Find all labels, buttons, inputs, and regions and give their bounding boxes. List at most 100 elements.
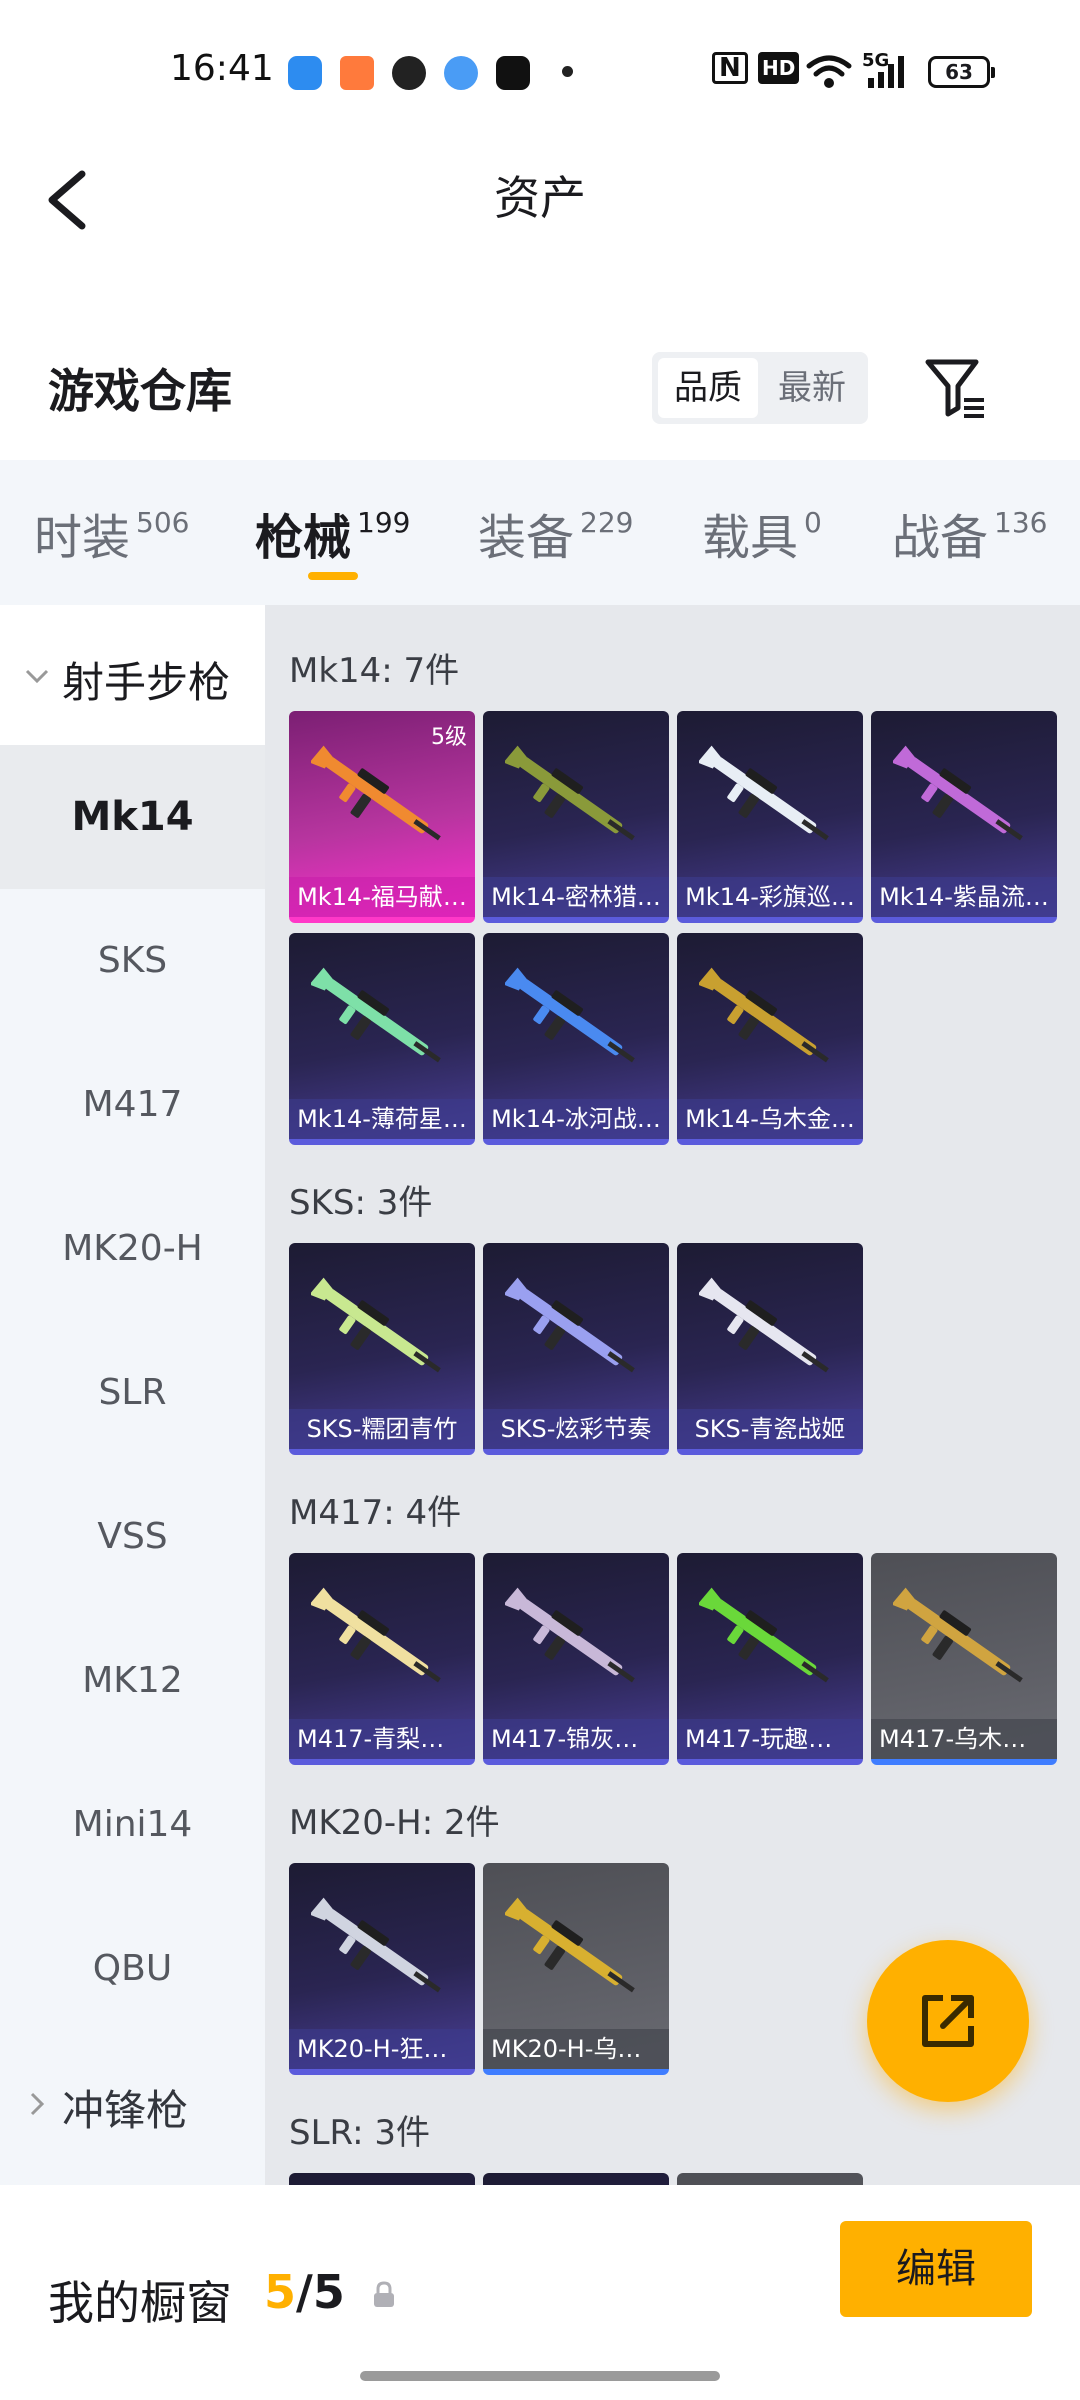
active-tab-indicator [308,572,358,580]
skin-card[interactable] [483,2173,669,2185]
skin-name: SKS-炫彩节奏 [483,1409,669,1449]
sort-by-newest[interactable]: 最新 [762,358,862,418]
showcase-bar: 我的橱窗 5/5 编辑 [0,2185,1080,2400]
sidebar-group-smg[interactable]: 冲锋枪 [0,2047,265,2167]
rifle-icon [699,967,829,1063]
skin-name: Mk14-乌木金… [677,1099,863,1139]
rifle-icon [893,1587,1023,1683]
skin-card[interactable]: M417-青梨手… [289,1553,475,1765]
skin-name: SKS-青瓷战姬 [677,1409,863,1449]
tab-count: 229 [580,506,634,539]
skin-name: Mk14-薄荷星… [289,1099,475,1139]
filter-icon[interactable] [924,356,988,420]
category-tabs: 时装 506 枪械 199 装备 229 载具 0 战备 136 [0,460,1080,605]
skin-name: M417-乌木金… [871,1719,1057,1759]
section-title: M417: 4件 [289,1493,462,1533]
app-notification-icon [340,56,374,90]
signal-icon [868,56,904,88]
rifle-icon [699,745,829,841]
skin-name: MK20-H-乌木… [483,2029,669,2069]
skin-name: Mk14-冰河战… [483,1099,669,1139]
skin-card[interactable]: M417-玩趣呆… [677,1553,863,1765]
sidebar-item-qbu[interactable]: QBU [0,1897,265,2041]
tab-count: 506 [136,506,190,539]
tab-count: 199 [357,506,411,539]
rifle-icon [505,745,635,841]
sort-toggle: 品质 最新 [652,352,868,424]
tab-label: 时装 [34,510,131,566]
tab-fashion[interactable]: 时装 506 [34,498,189,568]
skin-card[interactable]: M417-乌木金… [871,1553,1057,1765]
sidebar-item-vss[interactable]: VSS [0,1465,265,1609]
share-button[interactable] [867,1940,1029,2102]
section-title: MK20-H: 2件 [289,1803,500,1843]
skin-card[interactable]: Mk14-薄荷星… [289,933,475,1145]
tab-supplies[interactable]: 战备 136 [892,498,1047,568]
sidebar-group-marksman-rifles[interactable]: 射手步枪 [0,605,265,745]
section-title: Mk14: 7件 [289,651,460,691]
sidebar-item-slr[interactable]: SLR [0,1321,265,1465]
skin-name: MK20-H-狂鲨… [289,2029,475,2069]
showcase-total: /5 [296,2265,345,2319]
skin-card[interactable] [289,2173,475,2185]
edit-button[interactable]: 编辑 [840,2221,1032,2317]
rifle-icon [311,1587,441,1683]
showcase-current: 5 [264,2265,297,2319]
lock-icon [374,2281,394,2307]
showcase-label: 我的橱窗 [48,2276,232,2330]
section-title: SKS: 3件 [289,1183,433,1223]
rifle-icon [505,967,635,1063]
rifle-icon [505,1587,635,1683]
rifle-icon [505,1897,635,1993]
skin-name: M417-锦灰蝶… [483,1719,669,1759]
skin-card[interactable]: Mk14-乌木金… [677,933,863,1145]
skin-card[interactable]: Mk14-冰河战… [483,933,669,1145]
rifle-icon [699,1277,829,1373]
sidebar-item-mk20h[interactable]: MK20-H [0,1177,265,1321]
tab-vehicles[interactable]: 载具 0 [702,498,822,568]
sidebar-item-sks[interactable]: SKS [0,889,265,1033]
tab-label: 枪械 [255,510,352,566]
sidebar-item-mk12[interactable]: MK12 [0,1609,265,1753]
skin-name: M417-玩趣呆… [677,1719,863,1759]
sidebar-item-m417[interactable]: M417 [0,1033,265,1177]
showcase-count: 5/5 [264,2265,345,2319]
skin-card[interactable]: Mk14-紫晶流… [871,711,1057,923]
rifle-icon [311,745,441,841]
chevron-down-icon [25,669,49,684]
weapon-category-sidebar: 射手步枪 Mk14 SKS M417 MK20-H SLR VSS MK12 M… [0,605,265,2185]
skin-card[interactable]: SKS-炫彩节奏 [483,1243,669,1455]
battery-icon: 63 [928,56,995,88]
skin-card[interactable]: MK20-H-乌木… [483,1863,669,2075]
sidebar-item-mk14[interactable]: Mk14 [0,745,265,889]
tab-guns[interactable]: 枪械 199 [255,498,410,568]
tab-equipment[interactable]: 装备 229 [478,498,633,568]
share-icon [922,1995,974,2047]
tab-label: 装备 [478,510,575,566]
skin-card[interactable]: 5级 Mk14-福马献… [289,711,475,923]
page-title: 资产 [494,171,586,225]
sidebar-group-label: 冲锋枪 [62,2086,189,2135]
skin-card[interactable] [677,2173,863,2185]
hd-icon: HD [758,52,800,84]
skin-card[interactable]: SKS-糯团青竹 [289,1243,475,1455]
rifle-icon [311,1897,441,1993]
tiktok-icon [496,56,530,90]
skin-card[interactable]: M417-锦灰蝶… [483,1553,669,1765]
rifle-icon [311,1277,441,1373]
sidebar-item-mini14[interactable]: Mini14 [0,1753,265,1897]
skin-card[interactable]: MK20-H-狂鲨… [289,1863,475,2075]
tab-count: 136 [994,506,1048,539]
skin-card[interactable]: Mk14-彩旗巡… [677,711,863,923]
wifi-icon [806,55,852,88]
skin-card[interactable]: SKS-青瓷战姬 [677,1243,863,1455]
wechat-icon [392,56,426,90]
status-bar: 16:41 N HD 5G 63 [0,0,1080,140]
app-notification-icon [288,56,322,90]
more-notifications-icon [562,66,573,77]
tab-label: 载具 [702,510,799,566]
sort-by-quality[interactable]: 品质 [658,358,758,418]
skin-card[interactable]: Mk14-密林猎… [483,711,669,923]
rifle-icon [505,1277,635,1373]
level-badge: 5级 [431,725,467,750]
